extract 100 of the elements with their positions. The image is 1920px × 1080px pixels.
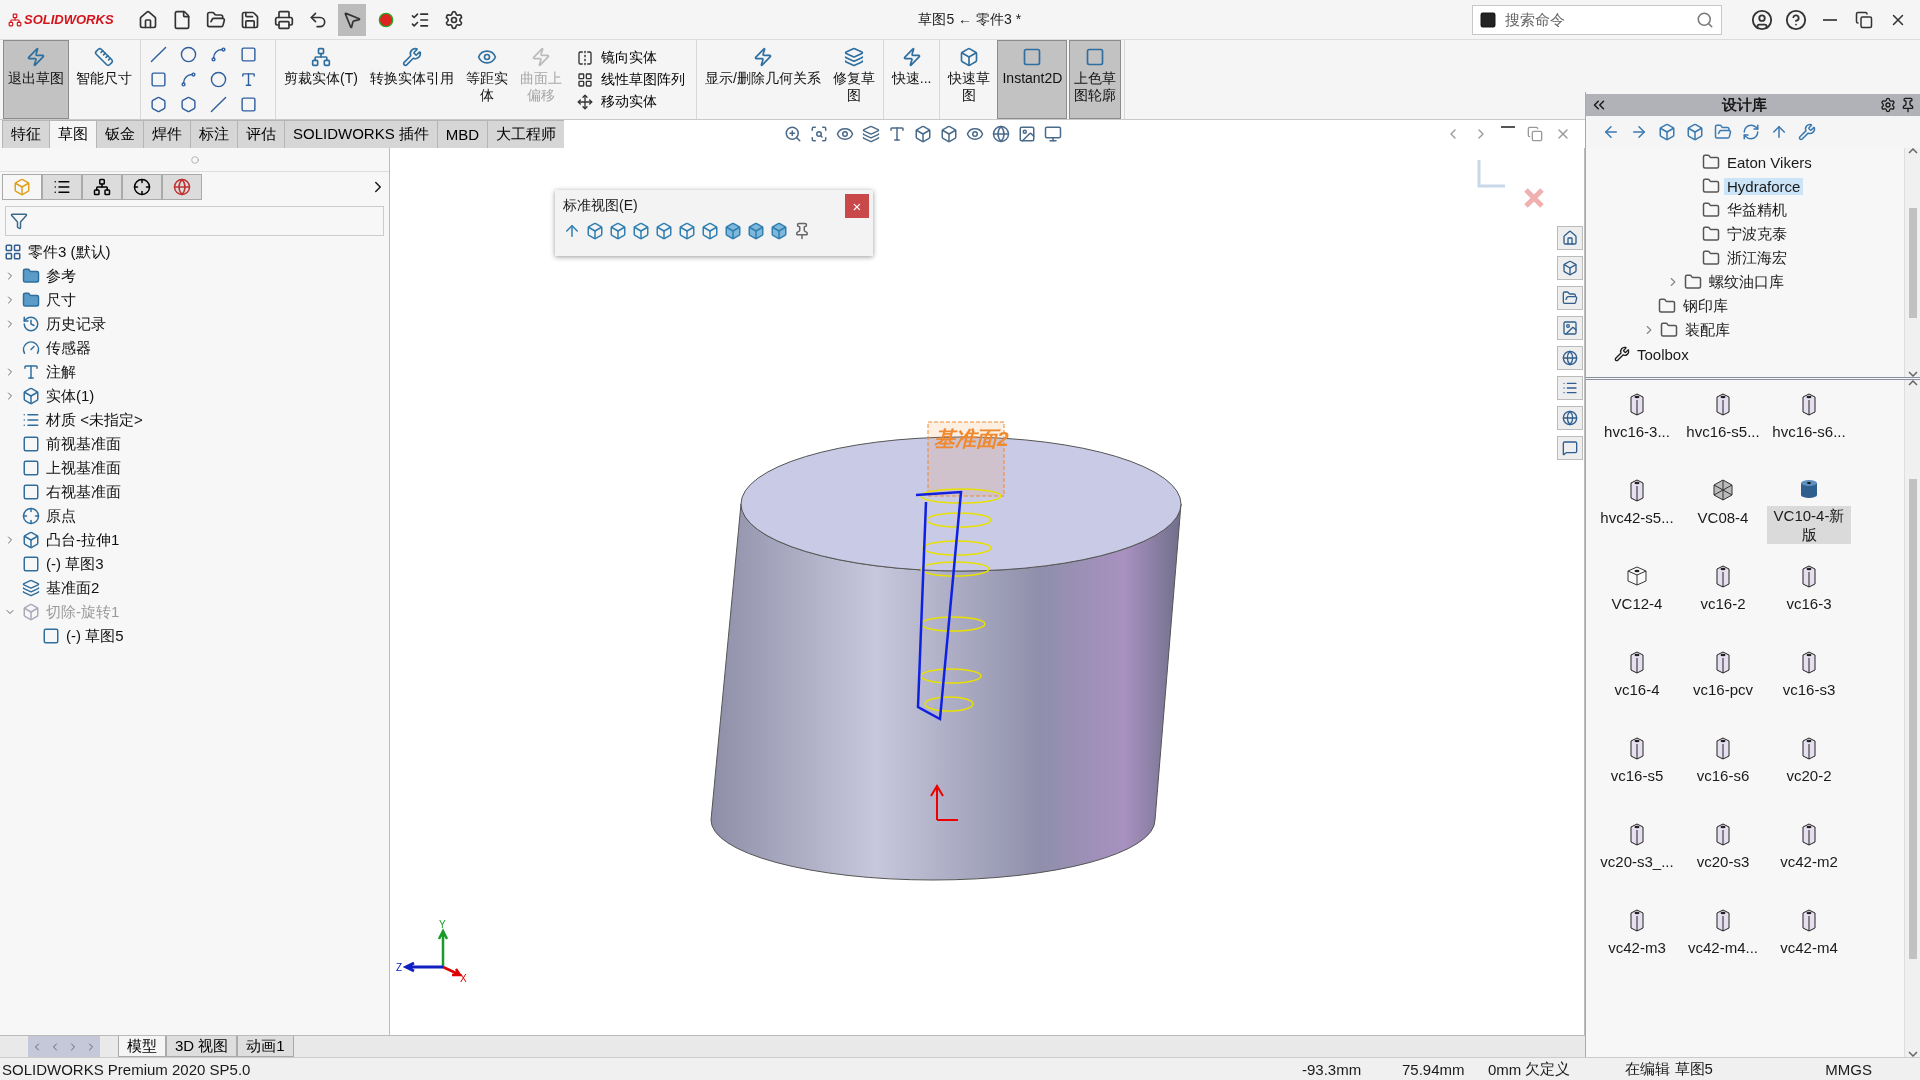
command-tab[interactable]: MBD: [436, 120, 489, 148]
search-field[interactable]: 搜索命令: [1472, 4, 1722, 35]
sketch-tool-icon: [210, 71, 227, 88]
model-tab[interactable]: 模型: [118, 1036, 166, 1057]
tree-item[interactable]: 右视基准面: [46, 482, 121, 502]
library-item-label[interactable]: vc20-s3: [1696, 852, 1750, 871]
ribbon-button[interactable]: 快速...: [886, 40, 937, 119]
command-tab[interactable]: 特征: [2, 120, 50, 148]
tree-item[interactable]: 传感器: [46, 338, 91, 358]
panel-tab[interactable]: [42, 174, 82, 200]
library-folder[interactable]: 装配库: [1682, 320, 1733, 340]
library-item-label[interactable]: hvc42-s5...: [1600, 508, 1674, 527]
scrollbar[interactable]: [1904, 380, 1920, 1057]
library-item-label[interactable]: vc42-m4...: [1688, 938, 1758, 957]
library-folder[interactable]: Eaton Vikers: [1724, 153, 1815, 171]
ribbon-button[interactable]: 上色草图轮廓: [1069, 40, 1122, 119]
tree-item[interactable]: 注解: [46, 362, 76, 382]
scroll-up-icon[interactable]: [1907, 380, 1918, 386]
library-item-label[interactable]: vc16-pcv: [1693, 680, 1753, 699]
library-folder[interactable]: 钢印库: [1680, 296, 1731, 316]
library-item-label[interactable]: vc20-s3_...: [1600, 852, 1674, 871]
scroll-down-icon[interactable]: [1907, 371, 1918, 377]
minimize-icon[interactable]: [1823, 18, 1837, 21]
library-item-label[interactable]: vc16-3: [1786, 594, 1832, 613]
ribbon-button[interactable]: 退出草图: [3, 40, 69, 119]
library-folder[interactable]: 宁波克泰: [1724, 224, 1790, 244]
tree-item[interactable]: 上视基准面: [46, 458, 121, 478]
command-tab[interactable]: 钣金: [96, 120, 144, 148]
select-button[interactable]: [337, 3, 366, 36]
library-item-label[interactable]: vc16-s6: [1696, 766, 1750, 785]
tree-item[interactable]: (-) 草图3: [46, 554, 104, 574]
library-folder[interactable]: Hydraforce: [1724, 177, 1804, 195]
popup-close-button[interactable]: ×: [845, 194, 869, 218]
ribbon-button[interactable]: 快速草图: [943, 40, 996, 119]
command-tab[interactable]: 焊件: [143, 120, 191, 148]
scrollbar-thumb[interactable]: [1908, 478, 1917, 959]
library-item-label[interactable]: VC10-4-新版: [1767, 506, 1851, 544]
task-pane-tab[interactable]: [1556, 376, 1583, 400]
ribbon-button[interactable]: 显示/删除几何关系: [699, 40, 826, 119]
library-item-label[interactable]: hvc16-s6...: [1772, 422, 1846, 441]
library-item-label[interactable]: vc42-m3: [1608, 938, 1666, 957]
task-pane-tab[interactable]: [1556, 256, 1583, 280]
library-item-label[interactable]: hvc16-3...: [1604, 422, 1670, 441]
task-pane-tab[interactable]: [1556, 226, 1583, 250]
library-folder[interactable]: 华益精机: [1724, 200, 1790, 220]
tree-item[interactable]: 历史记录: [46, 314, 106, 334]
tree-item[interactable]: 基准面2: [46, 578, 100, 598]
ribbon-list-button[interactable]: 移动实体: [576, 92, 685, 111]
command-tab[interactable]: SOLIDWORKS 插件: [284, 120, 438, 148]
tree-item[interactable]: 参考: [46, 266, 76, 286]
library-item-label[interactable]: vc16-2: [1700, 594, 1746, 613]
task-pane-tab[interactable]: [1556, 436, 1583, 460]
library-item-label[interactable]: hvc16-s5...: [1686, 422, 1760, 441]
task-pane-tab[interactable]: [1556, 406, 1583, 430]
model-tab[interactable]: 动画1: [237, 1036, 294, 1057]
library-item-label[interactable]: vc42-m2: [1780, 852, 1838, 871]
block-part-icon: [1801, 392, 1817, 416]
scrollbar[interactable]: [1904, 148, 1920, 377]
task-pane-tab[interactable]: [1556, 316, 1583, 340]
task-pane-tab[interactable]: [1556, 286, 1583, 310]
command-tab[interactable]: 大工程师: [487, 120, 566, 148]
model-tab[interactable]: 3D 视图: [166, 1036, 238, 1057]
scroll-down-icon[interactable]: [1907, 1051, 1918, 1057]
library-item-label[interactable]: VC08-4: [1697, 508, 1749, 527]
library-item-label[interactable]: vc42-m4: [1780, 938, 1838, 957]
library-item-label[interactable]: vc20-2: [1786, 766, 1832, 785]
tree-item[interactable]: 凸台-拉伸1: [46, 530, 120, 550]
tree-item[interactable]: 零件3 (默认): [28, 242, 111, 262]
scrollbar-thumb[interactable]: [1908, 207, 1917, 318]
ribbon-button[interactable]: 转换实体引用: [364, 40, 459, 119]
scroll-up-icon[interactable]: [1907, 148, 1918, 154]
tree-item[interactable]: 尺寸: [46, 290, 76, 310]
sketch-profile[interactable]: [915, 490, 963, 721]
ribbon-button[interactable]: 等距实体: [460, 40, 513, 119]
tree-item[interactable]: 实体(1): [46, 386, 95, 406]
library-folder[interactable]: Toolbox: [1634, 345, 1692, 363]
ribbon-button[interactable]: Instant2D: [997, 40, 1068, 119]
block-part-icon: [1801, 822, 1817, 846]
ribbon-button[interactable]: 智能尺寸: [71, 40, 137, 119]
ribbon-button[interactable]: 修复草图: [827, 40, 880, 119]
library-item-label[interactable]: VC12-4: [1611, 594, 1663, 613]
library-item-label[interactable]: vc16-4: [1614, 680, 1660, 699]
library-folder[interactable]: 螺纹油口库: [1706, 272, 1787, 292]
command-tab[interactable]: 标注: [190, 120, 238, 148]
library-item-label[interactable]: vc16-s3: [1782, 680, 1836, 699]
ribbon-list-button[interactable]: 线性草图阵列: [576, 70, 685, 89]
library-folder[interactable]: 浙江海宏: [1724, 248, 1790, 268]
unit-system[interactable]: MMGS: [1825, 1060, 1872, 1078]
task-pane-tab[interactable]: [1556, 346, 1583, 370]
filter-field[interactable]: [5, 206, 384, 236]
command-tab[interactable]: 评估: [237, 120, 285, 148]
tree-item[interactable]: 材质 <未指定>: [46, 410, 143, 430]
panel-tab[interactable]: [122, 174, 162, 200]
block-part-icon: [1715, 392, 1731, 416]
library-item-label[interactable]: vc16-s5: [1610, 766, 1664, 785]
ribbon-list-button[interactable]: 镜向实体: [576, 48, 685, 67]
ribbon-button[interactable]: 剪裁实体(T): [279, 40, 363, 119]
tree-item[interactable]: 前视基准面: [46, 434, 121, 454]
tree-item[interactable]: 原点: [46, 506, 76, 526]
panel-tab[interactable]: [82, 174, 122, 200]
